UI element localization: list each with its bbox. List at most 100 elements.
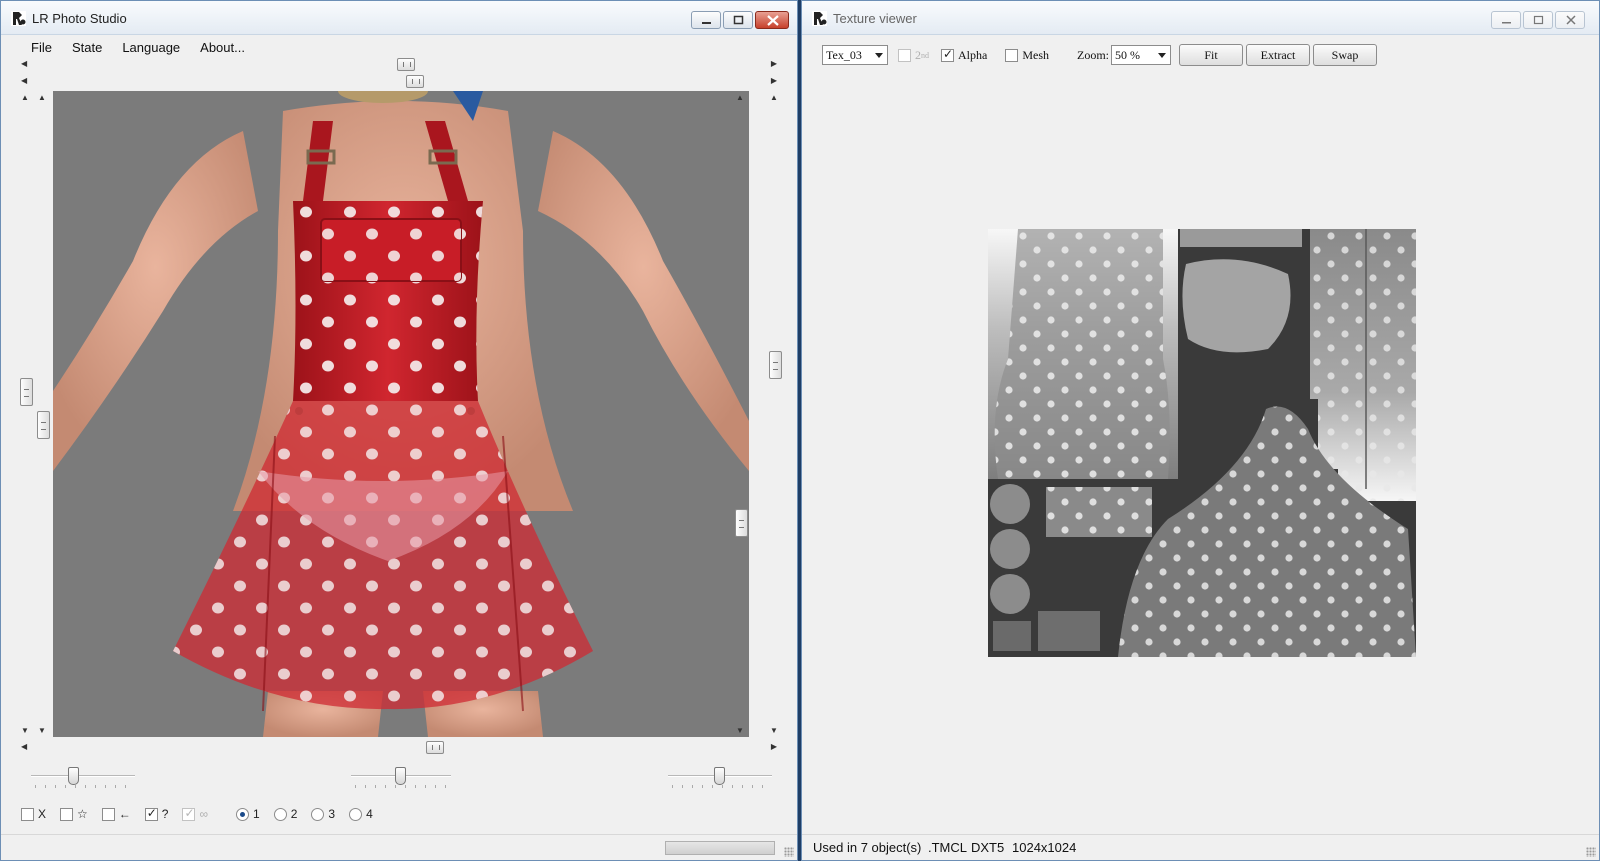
close-icon <box>1566 15 1576 25</box>
minimize-icon <box>702 22 711 24</box>
resize-grip-icon[interactable] <box>784 847 794 857</box>
scroll-up-arrow-icon[interactable]: ▲ <box>21 93 29 102</box>
title-bar[interactable]: LR Photo Studio <box>1 1 797 35</box>
chevron-down-icon <box>875 53 883 58</box>
checkbox[interactable] <box>21 807 34 821</box>
menu-language[interactable]: Language <box>114 40 188 55</box>
app-icon <box>11 11 26 26</box>
scroll-thumb[interactable] <box>406 75 424 88</box>
horizontal-scrollbar-second[interactable]: ◀ ▶ <box>21 75 777 88</box>
slider-knob[interactable] <box>395 767 406 785</box>
close-button[interactable] <box>755 11 789 29</box>
maximize-button[interactable] <box>1523 11 1553 29</box>
checkbox[interactable] <box>144 806 158 821</box>
scroll-left-arrow-icon[interactable]: ◀ <box>21 742 27 751</box>
scroll-thumb[interactable] <box>426 741 444 754</box>
fit-button[interactable]: Fit <box>1179 44 1243 66</box>
checkbox[interactable] <box>941 47 954 62</box>
vertical-scrollbar-left[interactable]: ▲ ▼ <box>20 93 33 735</box>
slider-2[interactable] <box>351 765 451 795</box>
menu-state[interactable]: State <box>64 40 110 55</box>
status-format: .TMCL <box>928 840 967 855</box>
scroll-left-arrow-icon[interactable]: ◀ <box>21 59 27 68</box>
horizontal-scrollbar-bottom[interactable]: ◀ ▶ <box>21 741 777 754</box>
slider-knob[interactable] <box>68 767 79 785</box>
checkbox[interactable] <box>182 806 196 821</box>
chevron-down-icon <box>1158 53 1166 58</box>
vertical-scrollbar-left-inner[interactable]: ▲ ▼ <box>37 93 50 735</box>
checkbox[interactable] <box>1005 48 1019 62</box>
scroll-right-arrow-icon[interactable]: ▶ <box>771 59 777 68</box>
scroll-down-arrow-icon[interactable]: ▼ <box>21 726 29 735</box>
menu-file[interactable]: File <box>23 40 60 55</box>
radio-button[interactable] <box>311 807 325 821</box>
slider-knob[interactable] <box>714 767 725 785</box>
resize-grip-icon[interactable] <box>1586 847 1596 857</box>
vertical-scrollbar-right[interactable]: ▲ ▼ <box>769 93 782 735</box>
horizontal-scrollbar-top[interactable]: ◀ ▶ <box>21 58 777 71</box>
scroll-up-arrow-icon[interactable]: ▲ <box>736 93 744 102</box>
radio-3[interactable]: 3 <box>311 807 335 821</box>
option-row: X ☆ ← ? ∞ 1 2 3 <box>21 805 387 823</box>
scroll-left-arrow-icon[interactable]: ◀ <box>21 76 27 85</box>
checkbox-arrow[interactable]: ← <box>101 807 131 821</box>
zoom-select[interactable]: 50 % <box>1111 45 1171 65</box>
status-resolution: 1024x1024 <box>1012 840 1077 855</box>
texture-viewer-window: Texture viewer Tex_03 2nd Alpha <box>801 0 1600 861</box>
status-compression: DXT5 <box>971 840 1005 855</box>
infinity-icon: ∞ <box>199 807 209 821</box>
scroll-right-arrow-icon[interactable]: ▶ <box>771 742 777 751</box>
scroll-thumb[interactable] <box>397 58 415 71</box>
minimize-button[interactable] <box>691 11 721 29</box>
scroll-thumb[interactable] <box>37 411 50 439</box>
scroll-thumb[interactable] <box>735 509 748 537</box>
status-bar: Used in 7 object(s) .TMCL DXT5 1024x1024 <box>802 834 1599 860</box>
radio-4[interactable]: 4 <box>349 807 373 821</box>
radio-1[interactable]: 1 <box>236 807 260 821</box>
maximize-button[interactable] <box>723 11 753 29</box>
scroll-thumb[interactable] <box>769 351 782 379</box>
close-icon <box>767 15 779 26</box>
checkbox[interactable] <box>101 807 115 821</box>
checkbox-star[interactable]: ☆ <box>60 807 88 821</box>
checkbox-second[interactable]: 2nd <box>898 48 929 63</box>
app-icon <box>812 11 827 26</box>
checkbox-infinity[interactable]: ∞ <box>182 806 209 821</box>
model-viewport[interactable] <box>53 91 749 737</box>
menu-bar: File State Language About... <box>1 35 797 59</box>
title-bar[interactable]: Texture viewer <box>802 1 1599 35</box>
checkbox-mesh[interactable]: Mesh <box>1005 48 1049 63</box>
zoom-label: Zoom: <box>1077 47 1109 62</box>
scroll-down-arrow-icon[interactable]: ▼ <box>736 726 744 735</box>
checkbox[interactable] <box>60 807 74 821</box>
slider-1[interactable] <box>31 765 135 795</box>
extract-button[interactable]: Extract <box>1246 44 1310 66</box>
checkbox-alpha[interactable]: Alpha <box>941 47 987 63</box>
minimize-icon <box>1502 22 1511 24</box>
maximize-icon <box>733 15 744 25</box>
photo-studio-window: LR Photo Studio File State Language Abou… <box>0 0 798 861</box>
window-title: LR Photo Studio <box>32 11 127 26</box>
scroll-thumb[interactable] <box>20 378 33 406</box>
radio-button[interactable] <box>236 807 250 821</box>
checkbox-x[interactable]: X <box>21 807 46 821</box>
minimize-button[interactable] <box>1491 11 1521 29</box>
menu-about[interactable]: About... <box>192 40 253 55</box>
checkbox[interactable] <box>898 48 911 62</box>
scroll-right-arrow-icon[interactable]: ▶ <box>771 76 777 85</box>
scroll-down-arrow-icon[interactable]: ▼ <box>38 726 46 735</box>
scroll-up-arrow-icon[interactable]: ▲ <box>38 93 46 102</box>
radio-button[interactable] <box>273 807 287 821</box>
model-render <box>53 91 749 737</box>
scroll-up-arrow-icon[interactable]: ▲ <box>770 93 778 102</box>
vertical-scrollbar-right-inner[interactable]: ▲ ▼ <box>735 93 748 735</box>
radio-2[interactable]: 2 <box>273 807 297 821</box>
scroll-down-arrow-icon[interactable]: ▼ <box>770 726 778 735</box>
texture-image[interactable] <box>988 229 1416 657</box>
texture-select[interactable]: Tex_03 <box>822 45 888 65</box>
slider-3[interactable] <box>668 765 772 795</box>
checkbox-question[interactable]: ? <box>144 806 168 821</box>
close-button[interactable] <box>1555 11 1585 29</box>
swap-button[interactable]: Swap <box>1313 44 1377 66</box>
radio-button[interactable] <box>349 807 363 821</box>
